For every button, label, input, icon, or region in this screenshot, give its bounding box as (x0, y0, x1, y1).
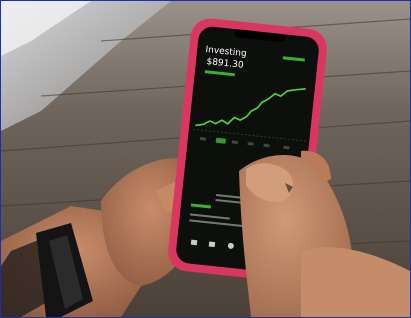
photo-frame: Investing $891.30 (0, 0, 411, 318)
chart-range-selector (215, 137, 226, 144)
